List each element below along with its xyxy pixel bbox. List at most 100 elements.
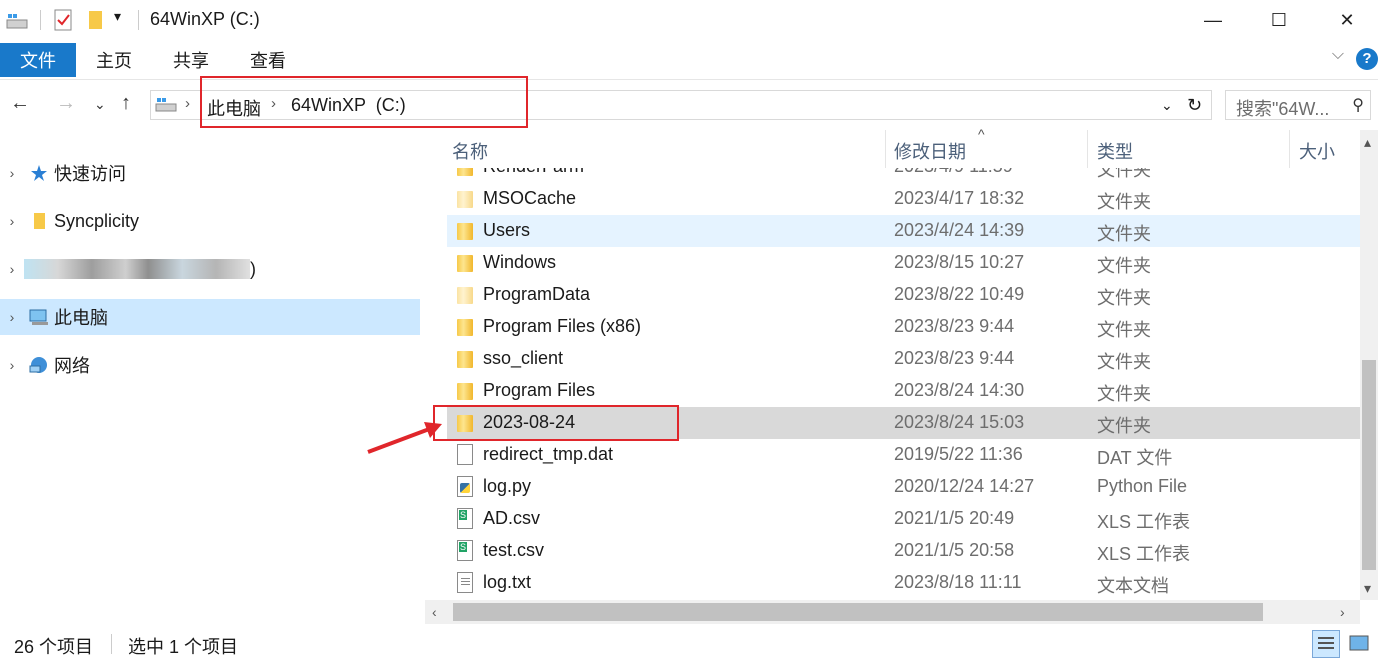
quick-access-dropdown-icon[interactable]: ▾ xyxy=(114,8,121,25)
file-name: Users xyxy=(483,220,531,240)
file-row[interactable]: AD.csv 2021/1/5 20:49 XLS 工作表 xyxy=(447,503,1360,535)
folder-icon xyxy=(457,255,473,272)
file-date: 2023/8/24 14:30 xyxy=(894,380,1025,400)
file-list: 名称 修改日期 ^ 类型 大小 RenderFarm 2023/4/9 11:59… xyxy=(425,126,1378,600)
file-type: 文本文档 xyxy=(1097,576,1169,596)
expand-chevron-icon[interactable]: › xyxy=(0,357,24,373)
tab-home[interactable]: 主页 xyxy=(86,43,142,77)
properties-icon[interactable] xyxy=(52,8,74,32)
tab-file[interactable]: 文件 xyxy=(0,43,76,77)
tab-view[interactable]: 查看 xyxy=(240,43,296,77)
expand-chevron-icon[interactable]: › xyxy=(0,213,24,229)
file-date: 2023/8/15 10:27 xyxy=(894,252,1025,272)
window-title: 64WinXP (C:) xyxy=(150,9,260,29)
new-folder-icon[interactable] xyxy=(86,8,106,32)
column-header-date[interactable]: 修改日期 xyxy=(894,138,966,164)
file-date: 2019/5/22 11:36 xyxy=(894,444,1023,464)
spreadsheet-icon xyxy=(457,540,473,561)
file-name: sso_client xyxy=(483,348,564,368)
file-date: 2023/4/24 14:39 xyxy=(894,220,1025,240)
scroll-right-icon[interactable]: › xyxy=(1340,604,1345,620)
search-input[interactable]: 搜索"64W... ⚲ xyxy=(1225,90,1371,120)
file-date: 2021/1/5 20:49 xyxy=(894,508,1015,528)
file-row[interactable]: Program Files (x86) 2023/8/23 9:44 文件夹 xyxy=(447,311,1360,343)
breadcrumb-separator: › xyxy=(185,95,190,112)
file-name: MSOCache xyxy=(483,188,577,208)
file-row[interactable]: sso_client 2023/8/23 9:44 文件夹 xyxy=(447,343,1360,375)
python-file-icon xyxy=(457,476,473,497)
expand-chevron-icon[interactable]: › xyxy=(0,261,24,277)
column-header-name[interactable]: 名称 xyxy=(452,138,488,164)
column-separator[interactable] xyxy=(1289,130,1290,168)
minimize-button[interactable]: — xyxy=(1190,0,1236,40)
file-name: Program Files (x86) xyxy=(483,316,642,336)
file-row[interactable]: ProgramData 2023/8/22 10:49 文件夹 xyxy=(447,279,1360,311)
address-dropdown-icon[interactable]: ⌄ xyxy=(1161,97,1173,114)
file-date: 2023/8/22 10:49 xyxy=(894,284,1025,304)
file-date: 2023/8/24 15:03 xyxy=(894,412,1025,432)
annotation-highlight-address xyxy=(200,76,528,128)
file-date: 2023/8/18 11:11 xyxy=(894,572,1022,592)
ribbon-collapse-icon[interactable]: ⌵ xyxy=(1332,46,1344,64)
horizontal-scroll-thumb[interactable] xyxy=(453,603,1263,621)
sidebar-item-blurred-location[interactable]: › ) xyxy=(0,251,420,287)
scroll-left-icon[interactable]: ‹ xyxy=(432,604,437,620)
file-row[interactable]: Program Files 2023/8/24 14:30 文件夹 xyxy=(447,375,1360,407)
file-date: 2023/8/23 9:44 xyxy=(894,348,1015,368)
expand-chevron-icon[interactable]: › xyxy=(0,309,24,325)
file-row[interactable]: redirect_tmp.dat 2019/5/22 11:36 DAT 文件 xyxy=(447,439,1360,471)
up-button[interactable]: ↑ xyxy=(121,92,131,115)
drive-icon[interactable] xyxy=(6,12,28,30)
file-row[interactable]: test.csv 2021/1/5 20:58 XLS 工作表 xyxy=(447,535,1360,567)
folder-icon xyxy=(457,351,473,368)
file-row[interactable]: MSOCache 2023/4/17 18:32 文件夹 xyxy=(447,183,1360,215)
status-selected-count: 选中 1 个项目 xyxy=(128,637,239,657)
file-row[interactable]: log.txt 2023/8/18 11:11 文本文档 xyxy=(447,567,1360,599)
file-type: 文件夹 xyxy=(1097,256,1151,276)
folder-icon xyxy=(457,191,473,208)
refresh-button[interactable]: ↻ xyxy=(1187,95,1202,116)
tab-share[interactable]: 共享 xyxy=(163,43,219,77)
column-header-type[interactable]: 类型 xyxy=(1097,138,1133,164)
back-button[interactable]: ← xyxy=(10,92,30,115)
file-row[interactable]: Windows 2023/8/15 10:27 文件夹 xyxy=(447,247,1360,279)
navigation-pane: › 快速访问 › Syncplicity › ) › 此电脑 › 网络 xyxy=(0,130,425,600)
qa-separator xyxy=(40,10,41,30)
folder-icon xyxy=(457,287,473,304)
sidebar-item-this-pc[interactable]: › 此电脑 xyxy=(0,299,420,335)
sidebar-item-quick-access[interactable]: › 快速访问 xyxy=(0,155,420,191)
details-view-button[interactable] xyxy=(1312,630,1340,658)
file-row[interactable]: log.py 2020/12/24 14:27 Python File xyxy=(447,471,1360,503)
expand-chevron-icon[interactable]: › xyxy=(0,165,24,181)
sidebar-item-label: ) xyxy=(250,258,256,279)
help-icon[interactable]: ? xyxy=(1356,48,1378,70)
large-icons-view-button[interactable] xyxy=(1346,630,1374,658)
folder-icon xyxy=(457,223,473,240)
close-button[interactable]: ✕ xyxy=(1324,0,1370,40)
sidebar-item-syncplicity[interactable]: › Syncplicity xyxy=(0,203,420,239)
ribbon: 文件 主页 共享 查看 ⌵ ? xyxy=(0,40,1378,80)
sidebar-item-label: 此电脑 xyxy=(54,308,108,328)
network-icon xyxy=(24,356,54,374)
column-separator[interactable] xyxy=(1087,130,1088,168)
large-icons-view-icon xyxy=(1349,635,1369,651)
scroll-up-icon[interactable]: ▴ xyxy=(1364,134,1371,151)
vertical-scroll-thumb[interactable] xyxy=(1362,360,1376,570)
sidebar-item-network[interactable]: › 网络 xyxy=(0,347,420,383)
file-row[interactable]: Users 2023/4/24 14:39 文件夹 xyxy=(447,215,1360,247)
file-name: RenderFarm xyxy=(483,156,585,176)
scroll-down-icon[interactable]: ▾ xyxy=(1364,580,1371,597)
file-date: 2023/4/17 18:32 xyxy=(894,188,1025,208)
recent-locations-button[interactable]: ⌄ xyxy=(94,96,106,113)
column-header-size[interactable]: 大小 xyxy=(1299,138,1335,164)
forward-button[interactable]: → xyxy=(56,92,76,115)
folder-icon xyxy=(457,319,473,336)
file-name: Windows xyxy=(483,252,557,272)
star-icon xyxy=(24,164,54,182)
file-type: XLS 工作表 xyxy=(1097,512,1191,532)
file-type: 文件夹 xyxy=(1097,384,1151,404)
column-separator[interactable] xyxy=(885,130,886,168)
file-name: ProgramData xyxy=(483,284,591,304)
maximize-button[interactable]: ☐ xyxy=(1256,0,1302,40)
sort-ascending-icon: ^ xyxy=(978,126,985,142)
